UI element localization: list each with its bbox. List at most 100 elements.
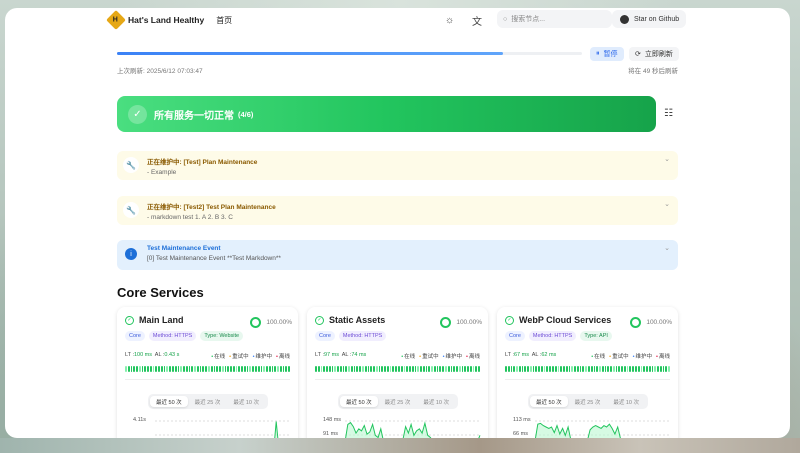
status-bar[interactable]: [378, 366, 381, 372]
status-bar[interactable]: [626, 366, 629, 372]
status-bar[interactable]: [397, 366, 400, 372]
status-bar[interactable]: [634, 366, 637, 372]
status-bar[interactable]: [505, 366, 507, 372]
status-bar[interactable]: [224, 366, 227, 372]
status-bar[interactable]: [227, 366, 230, 372]
service-card[interactable]: ✓ Main Land 100.00% Core Method: HTTPS Type…: [117, 307, 298, 438]
status-bar[interactable]: [409, 366, 411, 372]
status-bar[interactable]: [364, 366, 367, 372]
status-bar[interactable]: [337, 366, 339, 372]
status-bar[interactable]: [543, 366, 546, 372]
status-bar[interactable]: [657, 366, 659, 372]
status-bar[interactable]: [590, 366, 593, 372]
status-bar[interactable]: [456, 366, 458, 372]
range-tab-50[interactable]: 最近 50 次: [529, 396, 569, 407]
status-bar[interactable]: [442, 366, 444, 372]
status-bar[interactable]: [257, 366, 260, 372]
status-bar[interactable]: [475, 366, 478, 372]
range-tab-10[interactable]: 最近 10 次: [227, 396, 266, 407]
status-bar[interactable]: [359, 366, 362, 372]
status-bar[interactable]: [516, 366, 518, 372]
range-tab-10[interactable]: 最近 10 次: [417, 396, 456, 407]
status-bar[interactable]: [453, 366, 456, 372]
range-tab-25[interactable]: 最近 25 次: [188, 396, 227, 407]
translate-icon[interactable]: 文: [472, 13, 482, 28]
status-bar[interactable]: [320, 366, 323, 372]
status-bar[interactable]: [191, 366, 194, 372]
maintenance-alert[interactable]: 🔧 正在维护中: [Test] Plan Maintenance - Examp…: [117, 151, 678, 180]
status-bar[interactable]: [604, 366, 607, 372]
refresh-now-button[interactable]: ⟳ 立即刷新: [629, 47, 679, 61]
status-bar[interactable]: [230, 366, 232, 372]
status-bar[interactable]: [467, 366, 469, 372]
status-bar[interactable]: [375, 366, 378, 372]
status-bar[interactable]: [587, 366, 590, 372]
status-bar[interactable]: [149, 366, 152, 372]
range-tab-10[interactable]: 最近 10 次: [607, 396, 646, 407]
status-bar[interactable]: [646, 366, 648, 372]
status-bar[interactable]: [623, 366, 626, 372]
status-bar[interactable]: [648, 366, 651, 372]
status-bar[interactable]: [579, 366, 582, 372]
status-bar[interactable]: [612, 366, 615, 372]
status-bar[interactable]: [629, 366, 632, 372]
status-bar[interactable]: [546, 366, 549, 372]
status-bar[interactable]: [235, 366, 238, 372]
status-bar[interactable]: [599, 366, 601, 372]
status-bar[interactable]: [447, 366, 450, 372]
status-bar[interactable]: [342, 366, 345, 372]
status-bar[interactable]: [370, 366, 373, 372]
status-bar[interactable]: [268, 366, 271, 372]
status-bar[interactable]: [328, 366, 331, 372]
maintenance-alert[interactable]: 🔧 正在维护中: [Test2] Test Plan Maintenance -…: [117, 196, 678, 225]
range-tab-50[interactable]: 最近 50 次: [149, 396, 189, 407]
status-bar[interactable]: [254, 366, 257, 372]
service-card[interactable]: ✓ WebP Cloud Services 100.00% Core Method:…: [497, 307, 678, 438]
status-bar[interactable]: [464, 366, 467, 372]
status-bar[interactable]: [618, 366, 621, 372]
status-bar[interactable]: [403, 366, 406, 372]
status-bar[interactable]: [411, 366, 414, 372]
chevron-down-icon[interactable]: ⌄: [664, 200, 670, 208]
status-bar[interactable]: [461, 366, 464, 372]
status-bar[interactable]: [196, 366, 199, 372]
status-bar[interactable]: [194, 366, 196, 372]
status-bar[interactable]: [601, 366, 604, 372]
status-bar[interactable]: [260, 366, 263, 372]
status-bar[interactable]: [458, 366, 461, 372]
status-bar[interactable]: [532, 366, 535, 372]
status-bar[interactable]: [169, 366, 172, 372]
status-bar[interactable]: [538, 366, 540, 372]
sun-icon[interactable]: ☼: [445, 15, 454, 26]
status-bar[interactable]: [323, 366, 326, 372]
status-bar[interactable]: [521, 366, 524, 372]
status-bar[interactable]: [662, 366, 665, 372]
status-bar[interactable]: [510, 366, 513, 372]
status-bar[interactable]: [136, 366, 138, 372]
info-alert[interactable]: i Test Maintenance Event [0] Test Mainte…: [117, 240, 678, 270]
status-bar[interactable]: [615, 366, 618, 372]
status-bar[interactable]: [282, 366, 285, 372]
status-bar[interactable]: [133, 366, 136, 372]
status-bar[interactable]: [478, 366, 480, 372]
status-bar[interactable]: [386, 366, 389, 372]
status-bar[interactable]: [177, 366, 180, 372]
list-view-icon[interactable]: ☷: [664, 108, 673, 119]
status-bar[interactable]: [593, 366, 596, 372]
status-bar[interactable]: [166, 366, 169, 372]
status-bar[interactable]: [246, 366, 249, 372]
status-bar[interactable]: [241, 366, 243, 372]
status-bar[interactable]: [144, 366, 147, 372]
status-bar[interactable]: [221, 366, 224, 372]
status-bar[interactable]: [574, 366, 576, 372]
brand-name[interactable]: Hat's Land Healthy: [128, 15, 204, 25]
status-bar[interactable]: [274, 366, 277, 372]
github-star-button[interactable]: Star on Github: [612, 10, 686, 28]
status-bar[interactable]: [384, 366, 386, 372]
status-bar[interactable]: [373, 366, 375, 372]
chevron-down-icon[interactable]: ⌄: [664, 155, 670, 163]
status-bar[interactable]: [632, 366, 634, 372]
range-tab-25[interactable]: 最近 25 次: [378, 396, 417, 407]
status-bar[interactable]: [607, 366, 610, 372]
status-bar[interactable]: [381, 366, 384, 372]
